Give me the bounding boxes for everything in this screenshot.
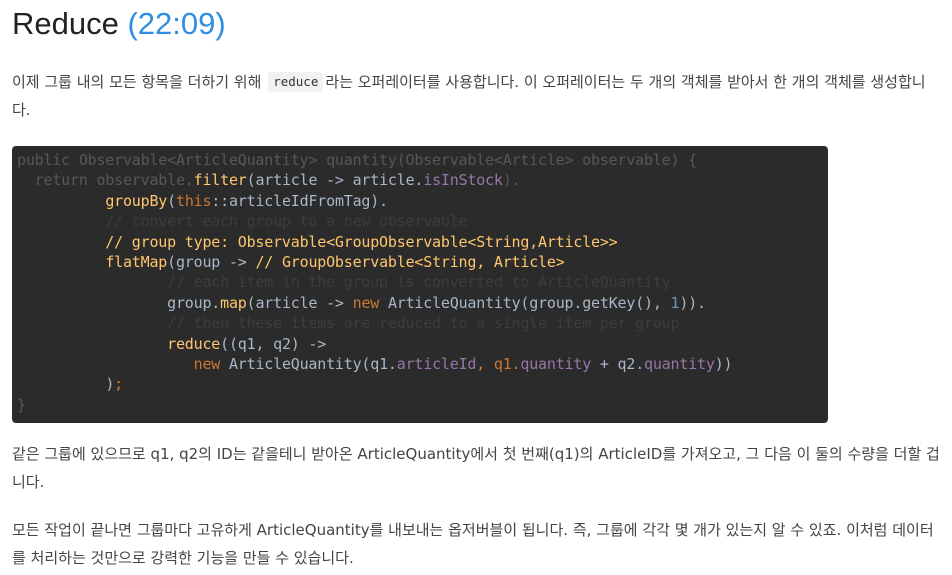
code-line-13: } [17, 395, 26, 414]
intro-text-before: 이제 그룹 내의 모든 항목을 더하기 위해 [12, 73, 262, 91]
code-line-4: // convert each group to a new observabl… [17, 212, 468, 231]
code-line-12: ); [105, 375, 123, 394]
code-line-2: return observable.filter(article -> arti… [17, 171, 521, 190]
code-line-8: group.map(article -> new ArticleQuantity… [167, 293, 706, 312]
explanation-paragraph: 같은 그룹에 있으므로 q1, q2의 ID는 같을테니 받아온 Article… [12, 445, 940, 491]
code-line-10: reduce((q1, q2) -> [167, 334, 327, 353]
code-line-1: public Observable<ArticleQuantity> quant… [17, 151, 697, 169]
code-block: public Observable<ArticleQuantity> quant… [12, 146, 828, 423]
code-line-7: // each item in the group is converted t… [17, 273, 671, 292]
code-line-6: flatMap(group -> // GroupObservable<Stri… [105, 253, 565, 272]
code-line-11: new ArticleQuantity(q1.articleId, q1.qua… [193, 355, 733, 374]
section-title-text: Reduce [12, 6, 119, 41]
section-title: Reduce (22:09) [12, 2, 226, 46]
code-line-9: // then these items are reduced to a sin… [17, 314, 680, 333]
code-line-3: groupBy(this::articleIdFromTag). [105, 191, 388, 210]
timestamp-link[interactable]: (22:09) [127, 6, 225, 41]
conclusion-paragraph: 모든 작업이 끝나면 그룹마다 고유하게 ArticleQuantity를 내보… [12, 521, 934, 567]
inline-code-reduce: reduce [268, 72, 324, 92]
code-line-5: // group type: Observable<GroupObservabl… [17, 232, 618, 251]
intro-paragraph: 이제 그룹 내의 모든 항목을 더하기 위해 reduce 라는 오퍼레이터를 사… [12, 68, 942, 124]
